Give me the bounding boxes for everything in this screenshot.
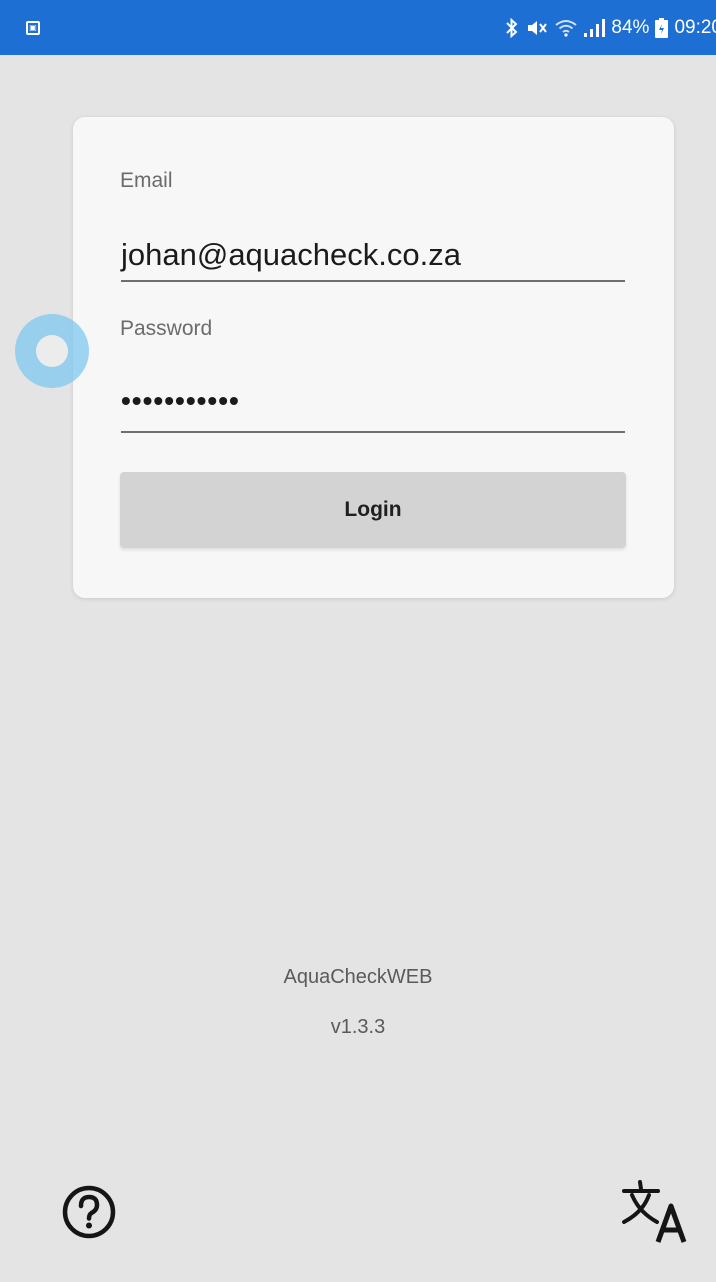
email-label: Email	[120, 169, 173, 192]
app-name: AquaCheckWEB	[283, 966, 433, 988]
password-underline	[121, 431, 625, 433]
touch-indicator	[15, 314, 89, 388]
status-indicators: 84% 09:20	[505, 17, 716, 39]
login-screen: ▣ 84% 09:2 Email johan@aquacheck.co.za P…	[0, 0, 716, 1282]
signal-icon	[584, 18, 606, 37]
battery-icon	[655, 17, 669, 38]
status-bar: ▣ 84% 09:2	[0, 0, 716, 55]
translate-button[interactable]	[620, 1178, 692, 1244]
wifi-icon	[555, 19, 578, 37]
status-time: 09:20	[674, 16, 716, 38]
login-card: Email johan@aquacheck.co.za Password •••…	[73, 117, 674, 598]
help-circle-icon	[62, 1185, 116, 1239]
password-label: Password	[120, 317, 213, 340]
image-notification-icon: ▣	[26, 20, 40, 35]
touch-indicator-center	[36, 335, 68, 367]
mute-icon	[528, 20, 548, 35]
login-button[interactable]: Login	[120, 472, 626, 548]
help-button[interactable]	[60, 1183, 118, 1241]
email-underline	[121, 280, 625, 282]
app-version: v1.3.3	[330, 1016, 386, 1038]
translate-icon	[622, 1180, 687, 1243]
battery-percent: 84%	[611, 16, 650, 38]
password-field[interactable]: •••••••••••	[121, 385, 624, 417]
email-field[interactable]: johan@aquacheck.co.za	[121, 237, 624, 273]
bluetooth-icon	[506, 17, 518, 38]
